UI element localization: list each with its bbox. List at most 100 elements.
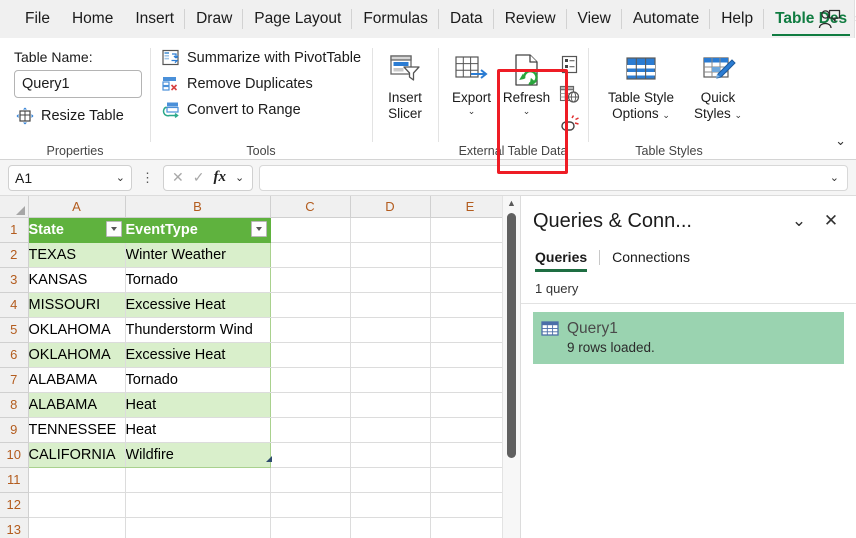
cell-e3[interactable]	[430, 267, 510, 292]
cell-e13[interactable]	[430, 517, 510, 538]
filter-button-eventtype[interactable]	[251, 221, 267, 237]
row-header-7[interactable]: 7	[0, 367, 28, 392]
tab-automate[interactable]: Automate	[622, 0, 710, 38]
tab-formulas[interactable]: Formulas	[352, 0, 439, 38]
cell-c3[interactable]	[270, 267, 350, 292]
ribbon-collapse-chevron-icon[interactable]: ⌄	[835, 133, 846, 149]
quick-styles-chevron-down-icon[interactable]: ⌄	[734, 110, 742, 120]
cell-e12[interactable]	[430, 492, 510, 517]
tab-connections[interactable]: Connections	[612, 246, 702, 272]
refresh-button[interactable]: Refresh ⌄	[499, 45, 554, 160]
cell-c13[interactable]	[270, 517, 350, 538]
cell-a8[interactable]: ALABAMA	[28, 392, 125, 417]
cell-e10[interactable]	[430, 442, 510, 467]
select-all-corner[interactable]	[0, 196, 28, 217]
row-header-2[interactable]: 2	[0, 242, 28, 267]
tab-help[interactable]: Help	[710, 0, 764, 38]
cell-b1[interactable]: EventType	[125, 217, 270, 242]
row-header-5[interactable]: 5	[0, 317, 28, 342]
enter-icon[interactable]: ✓	[193, 169, 205, 186]
export-button[interactable]: Export ⌄	[444, 45, 499, 160]
cell-d3[interactable]	[350, 267, 430, 292]
cell-e5[interactable]	[430, 317, 510, 342]
fx-chevron-down-icon[interactable]: ⌄	[235, 171, 244, 184]
tab-review[interactable]: Review	[494, 0, 567, 38]
cell-d2[interactable]	[350, 242, 430, 267]
tab-view[interactable]: View	[567, 0, 622, 38]
remove-duplicates-button[interactable]: Remove Duplicates	[162, 75, 361, 92]
unlink-button[interactable]	[556, 111, 582, 137]
column-header-d[interactable]: D	[350, 196, 430, 217]
cell-a2[interactable]: TEXAS	[28, 242, 125, 267]
cell-d7[interactable]	[350, 367, 430, 392]
resize-table-button[interactable]: Resize Table	[14, 107, 142, 125]
cell-d10[interactable]	[350, 442, 430, 467]
cell-a10[interactable]: CALIFORNIA	[28, 442, 125, 467]
filter-button-state[interactable]	[106, 221, 122, 237]
cell-d13[interactable]	[350, 517, 430, 538]
cell-b13[interactable]	[125, 517, 270, 538]
row-header-10[interactable]: 10	[0, 442, 28, 467]
cell-b2[interactable]: Winter Weather	[125, 242, 270, 267]
open-in-browser-button[interactable]	[556, 81, 582, 107]
column-header-a[interactable]: A	[28, 196, 125, 217]
cell-c8[interactable]	[270, 392, 350, 417]
formula-input[interactable]: ⌄	[259, 165, 848, 191]
cell-c10[interactable]	[270, 442, 350, 467]
cell-b12[interactable]	[125, 492, 270, 517]
cell-e9[interactable]	[430, 417, 510, 442]
name-box[interactable]: A1 ⌄	[8, 165, 132, 191]
cell-d5[interactable]	[350, 317, 430, 342]
list-item[interactable]: Query1 9 rows loaded.	[533, 312, 844, 364]
row-header-3[interactable]: 3	[0, 267, 28, 292]
cell-a7[interactable]: ALABAMA	[28, 367, 125, 392]
cell-c9[interactable]	[270, 417, 350, 442]
row-header-4[interactable]: 4	[0, 292, 28, 317]
tab-queries[interactable]: Queries	[535, 246, 599, 272]
convert-to-range-button[interactable]: Convert to Range	[162, 101, 361, 118]
queries-pane-close-icon[interactable]: ✕	[818, 208, 844, 234]
cell-b9[interactable]: Heat	[125, 417, 270, 442]
cell-e7[interactable]	[430, 367, 510, 392]
scrollbar-thumb[interactable]	[507, 213, 516, 458]
cell-a4[interactable]: MISSOURI	[28, 292, 125, 317]
share-person-icon[interactable]	[812, 4, 846, 34]
tab-insert[interactable]: Insert	[124, 0, 185, 38]
cell-b8[interactable]: Heat	[125, 392, 270, 417]
tab-home[interactable]: Home	[61, 0, 124, 38]
queries-pane-collapse-chevron-icon[interactable]: ⌄	[786, 208, 812, 234]
cell-d11[interactable]	[350, 467, 430, 492]
properties-button[interactable]	[556, 51, 582, 77]
cell-d12[interactable]	[350, 492, 430, 517]
cell-d1[interactable]	[350, 217, 430, 242]
cell-e11[interactable]	[430, 467, 510, 492]
cell-b3[interactable]: Tornado	[125, 267, 270, 292]
scroll-up-arrow-icon[interactable]: ▲	[507, 199, 516, 208]
table-style-options-button[interactable]: Table Style Options ⌄	[600, 45, 682, 160]
refresh-chevron-down-icon[interactable]: ⌄	[523, 107, 531, 116]
table-name-input[interactable]	[14, 70, 142, 98]
row-header-12[interactable]: 12	[0, 492, 28, 517]
insert-function-icon[interactable]: fx	[213, 169, 226, 186]
cell-c2[interactable]	[270, 242, 350, 267]
cell-e4[interactable]	[430, 292, 510, 317]
cell-c5[interactable]	[270, 317, 350, 342]
tab-data[interactable]: Data	[439, 0, 494, 38]
column-header-e[interactable]: E	[430, 196, 510, 217]
cell-a3[interactable]: KANSAS	[28, 267, 125, 292]
table-resize-handle[interactable]	[266, 456, 272, 462]
cell-e2[interactable]	[430, 242, 510, 267]
cell-d8[interactable]	[350, 392, 430, 417]
table-style-options-chevron-down-icon[interactable]: ⌄	[662, 110, 670, 120]
cell-a5[interactable]: OKLAHOMA	[28, 317, 125, 342]
cell-a6[interactable]: OKLAHOMA	[28, 342, 125, 367]
cell-b7[interactable]: Tornado	[125, 367, 270, 392]
name-box-chevron-down-icon[interactable]: ⌄	[116, 171, 125, 184]
tab-file[interactable]: File	[14, 0, 61, 38]
cell-a12[interactable]	[28, 492, 125, 517]
quick-styles-button[interactable]: Quick Styles ⌄	[682, 45, 754, 160]
cell-d6[interactable]	[350, 342, 430, 367]
cell-b6[interactable]: Excessive Heat	[125, 342, 270, 367]
insert-slicer-button[interactable]: Insert Slicer	[378, 45, 432, 160]
cell-c4[interactable]	[270, 292, 350, 317]
